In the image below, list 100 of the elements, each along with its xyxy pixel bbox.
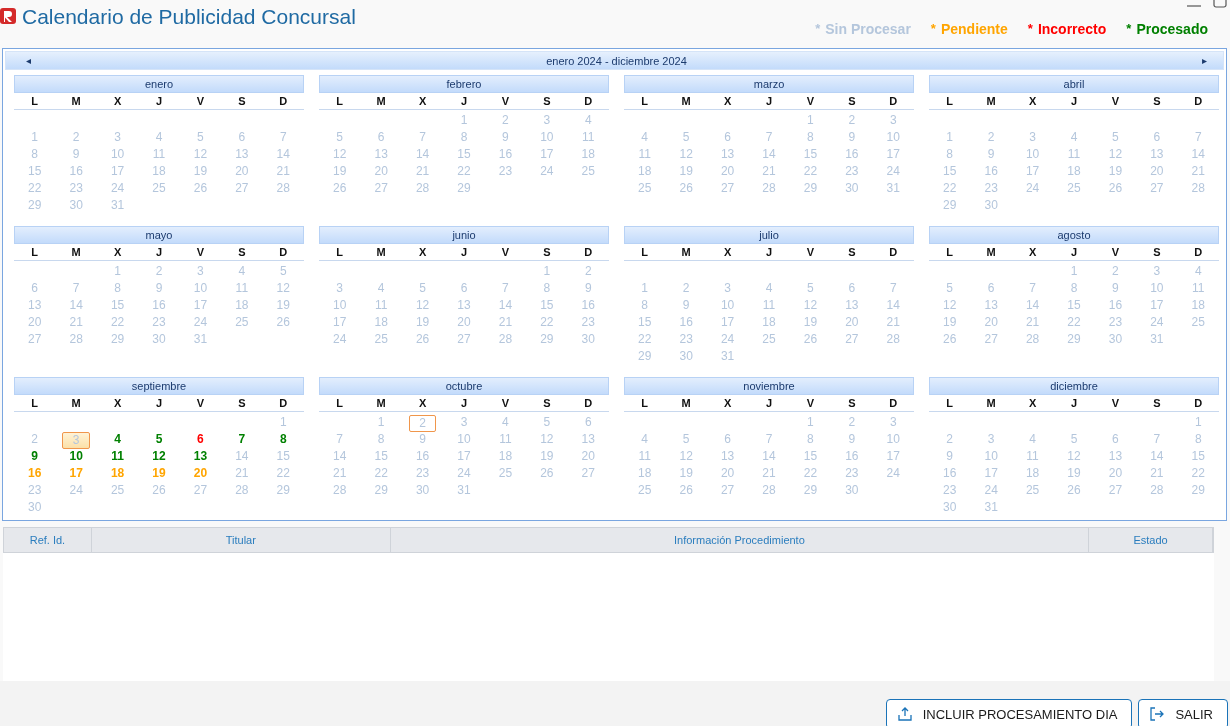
calendar-day[interactable]: 2 bbox=[977, 130, 1005, 145]
calendar-day[interactable]: 2 bbox=[1101, 264, 1130, 279]
calendar-day[interactable]: 11 bbox=[228, 281, 256, 296]
calendar-day[interactable]: 14 bbox=[62, 298, 90, 313]
calendar-day[interactable]: 2 bbox=[145, 264, 173, 279]
calendar-day[interactable]: 19 bbox=[326, 164, 354, 179]
calendar-day[interactable]: 24 bbox=[1143, 315, 1171, 330]
calendar-day[interactable]: 13 bbox=[1143, 147, 1171, 162]
calendar-day[interactable]: 31 bbox=[103, 198, 132, 213]
calendar-day[interactable]: 27 bbox=[367, 181, 395, 196]
calendar-day[interactable]: 1 bbox=[367, 415, 395, 432]
calendar-day[interactable]: 8 bbox=[21, 147, 49, 162]
calendar-day[interactable]: 29 bbox=[631, 349, 659, 364]
calendar-day[interactable]: 30 bbox=[936, 500, 964, 515]
calendar-day[interactable]: 2 bbox=[838, 415, 866, 430]
calendar-day[interactable]: 5 bbox=[145, 432, 173, 449]
calendar-day[interactable]: 18 bbox=[1184, 298, 1212, 313]
calendar-day[interactable]: 29 bbox=[533, 332, 561, 347]
calendar-day[interactable]: 20 bbox=[713, 164, 742, 179]
calendar-day[interactable]: 23 bbox=[838, 466, 866, 481]
calendar-day[interactable]: 14 bbox=[269, 147, 297, 162]
calendar-day[interactable]: 25 bbox=[491, 466, 520, 481]
calendar-day[interactable]: 4 bbox=[631, 130, 659, 145]
calendar-day[interactable]: 30 bbox=[145, 332, 173, 347]
calendar-day[interactable]: 16 bbox=[574, 298, 602, 313]
calendar-day[interactable]: 7 bbox=[269, 130, 297, 145]
calendar-day[interactable]: 15 bbox=[936, 164, 964, 179]
calendar-day[interactable]: 27 bbox=[713, 181, 742, 196]
calendar-day[interactable]: 5 bbox=[269, 264, 297, 279]
calendar-day[interactable]: 22 bbox=[796, 466, 825, 481]
calendar-day[interactable]: 18 bbox=[1060, 164, 1088, 179]
calendar-day[interactable]: 25 bbox=[367, 332, 395, 347]
calendar-day[interactable]: 20 bbox=[1143, 164, 1171, 179]
calendar-day[interactable]: 16 bbox=[838, 147, 866, 162]
calendar-day[interactable]: 19 bbox=[533, 449, 561, 464]
calendar-day[interactable]: 15 bbox=[103, 298, 132, 313]
calendar-day[interactable]: 11 bbox=[755, 298, 783, 313]
calendar-day[interactable]: 4 bbox=[228, 264, 256, 279]
calendar-day[interactable]: 26 bbox=[269, 315, 297, 330]
calendar-day[interactable]: 15 bbox=[367, 449, 395, 464]
calendar-day[interactable]: 24 bbox=[977, 483, 1005, 498]
calendar-day[interactable]: 23 bbox=[672, 332, 700, 347]
calendar-day[interactable]: 5 bbox=[408, 281, 437, 296]
calendar-day[interactable]: 25 bbox=[1060, 181, 1088, 196]
calendar-day[interactable]: 3 bbox=[450, 415, 478, 432]
calendar-day[interactable]: 26 bbox=[672, 181, 700, 196]
calendar-day[interactable]: 28 bbox=[755, 483, 783, 498]
calendar-day[interactable]: 15 bbox=[533, 298, 561, 313]
calendar-day[interactable]: 3 bbox=[713, 281, 742, 296]
calendar-day[interactable]: 18 bbox=[491, 449, 520, 464]
calendar-day[interactable]: 18 bbox=[103, 466, 132, 481]
calendar-day[interactable]: 27 bbox=[450, 332, 478, 347]
calendar-day[interactable]: 26 bbox=[326, 181, 354, 196]
calendar-day[interactable]: 27 bbox=[228, 181, 256, 196]
calendar-day[interactable]: 20 bbox=[450, 315, 478, 330]
calendar-day[interactable]: 9 bbox=[145, 281, 173, 296]
calendar-day[interactable]: 2 bbox=[936, 432, 964, 447]
calendar-day[interactable]: 29 bbox=[1184, 483, 1212, 498]
calendar-day[interactable]: 29 bbox=[796, 483, 825, 498]
exit-button[interactable]: SALIR bbox=[1138, 699, 1228, 726]
calendar-day[interactable]: 12 bbox=[533, 432, 561, 447]
calendar-day[interactable]: 26 bbox=[533, 466, 561, 481]
calendar-day[interactable]: 7 bbox=[62, 281, 90, 296]
calendar-day[interactable]: 28 bbox=[269, 181, 297, 196]
calendar-day[interactable]: 7 bbox=[408, 130, 437, 145]
calendar-day[interactable]: 29 bbox=[103, 332, 132, 347]
calendar-day[interactable]: 3 bbox=[533, 113, 561, 128]
calendar-day[interactable]: 1 bbox=[796, 113, 825, 128]
calendar-day[interactable]: 10 bbox=[977, 449, 1005, 464]
calendar-day[interactable]: 16 bbox=[936, 466, 964, 481]
calendar-day[interactable]: 10 bbox=[186, 281, 215, 296]
calendar-day[interactable]: 12 bbox=[186, 147, 215, 162]
calendar-day[interactable]: 12 bbox=[1060, 449, 1088, 464]
calendar-day[interactable]: 21 bbox=[879, 315, 907, 330]
calendar-day[interactable]: 14 bbox=[879, 298, 907, 313]
calendar-day[interactable]: 28 bbox=[1184, 181, 1212, 196]
calendar-day[interactable]: 17 bbox=[879, 449, 907, 464]
calendar-day[interactable]: 27 bbox=[1101, 483, 1130, 498]
calendar-day[interactable]: 25 bbox=[228, 315, 256, 330]
calendar-day[interactable]: 1 bbox=[269, 415, 297, 430]
calendar-day[interactable]: 8 bbox=[103, 281, 132, 296]
calendar-day[interactable]: 25 bbox=[103, 483, 132, 498]
calendar-day[interactable]: 3 bbox=[1018, 130, 1047, 145]
calendar-day[interactable]: 11 bbox=[1060, 147, 1088, 162]
calendar-day[interactable]: 19 bbox=[796, 315, 825, 330]
calendar-day[interactable]: 8 bbox=[533, 281, 561, 296]
calendar-day[interactable]: 1 bbox=[533, 264, 561, 279]
column-header[interactable]: Estado bbox=[1089, 528, 1213, 552]
calendar-day[interactable]: 21 bbox=[326, 466, 354, 481]
previous-button[interactable]: ◂ bbox=[26, 55, 31, 66]
calendar-day[interactable]: 3 bbox=[326, 281, 354, 296]
calendar-day[interactable]: 1 bbox=[631, 281, 659, 296]
calendar-day[interactable]: 31 bbox=[977, 500, 1005, 515]
calendar-day[interactable]: 24 bbox=[62, 483, 90, 498]
calendar-day[interactable]: 5 bbox=[936, 281, 964, 296]
calendar-day[interactable]: 14 bbox=[491, 298, 520, 313]
calendar-day[interactable]: 31 bbox=[186, 332, 215, 347]
calendar-day[interactable]: 22 bbox=[796, 164, 825, 179]
calendar-day[interactable]: 21 bbox=[755, 466, 783, 481]
calendar-day[interactable]: 7 bbox=[1184, 130, 1212, 145]
